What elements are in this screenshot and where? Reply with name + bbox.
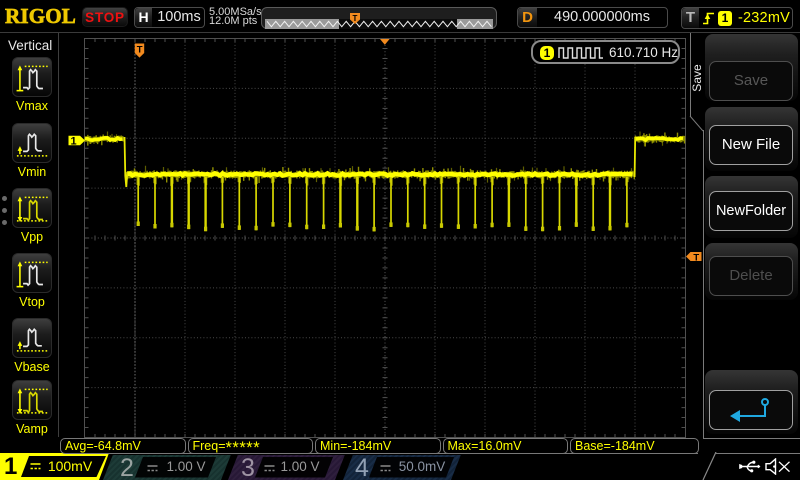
svg-text:T: T	[693, 252, 699, 262]
svg-text:T: T	[353, 14, 358, 23]
svg-text:T: T	[137, 45, 143, 56]
svg-text:1: 1	[70, 135, 76, 147]
